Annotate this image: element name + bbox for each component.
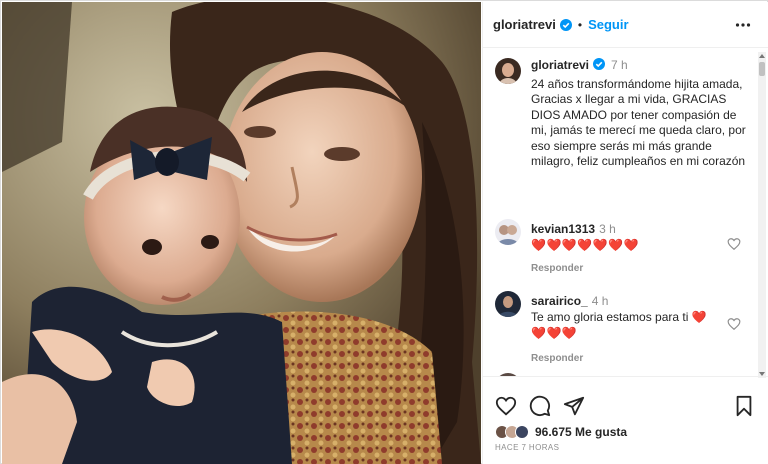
comment-time: 4 h bbox=[591, 294, 609, 308]
separator-dot: • bbox=[577, 17, 583, 32]
comment-text: Te amo gloria estamos para ti ❤️ bbox=[531, 309, 727, 325]
comment-text: ❤️❤️❤️❤️❤️❤️❤️ bbox=[531, 238, 640, 252]
post-actions-bar: 96.675 Me gusta HACE 7 HORAS bbox=[483, 376, 768, 464]
verified-badge-icon bbox=[559, 18, 572, 31]
comment-time: 3 h bbox=[599, 222, 616, 236]
author-avatar[interactable] bbox=[495, 58, 521, 84]
scrollbar[interactable] bbox=[758, 52, 766, 378]
caption-text: 24 años transformándome hijita amada, Gr… bbox=[531, 76, 746, 169]
author-username[interactable]: gloriatrevi bbox=[493, 17, 556, 32]
comment-username[interactable]: kevian1313 bbox=[531, 222, 595, 236]
post-header: gloriatrevi • Seguir bbox=[483, 2, 768, 48]
liker-avatar bbox=[515, 425, 529, 439]
comment-text-content: Te amo gloria estamos para ti bbox=[531, 310, 689, 324]
post-side-panel: gloriatrevi • Seguir gloriatrevi 7 h 24 … bbox=[482, 2, 768, 464]
like-comment-heart-icon[interactable] bbox=[727, 237, 741, 251]
commenter-avatar[interactable] bbox=[495, 291, 521, 317]
comment-icon[interactable] bbox=[529, 395, 551, 417]
likes-count[interactable]: 96.675 Me gusta bbox=[535, 425, 627, 439]
scroll-up-arrow-icon[interactable] bbox=[758, 52, 766, 60]
comment-inline-heart: ❤️ bbox=[691, 310, 708, 324]
comments-scroll-area[interactable]: gloriatrevi 7 h 24 años transformándome h… bbox=[483, 49, 768, 376]
post-caption: gloriatrevi 7 h 24 años transformándome h… bbox=[531, 58, 755, 170]
likes-row[interactable]: 96.675 Me gusta bbox=[495, 423, 627, 441]
comment-username[interactable]: sarairico_ bbox=[531, 294, 588, 308]
paper-plane-icon[interactable] bbox=[563, 395, 585, 417]
likes-label: Me gusta bbox=[575, 425, 628, 439]
reply-button[interactable]: Responder bbox=[531, 353, 583, 364]
reply-button[interactable]: Responder bbox=[531, 263, 583, 274]
bookmark-icon[interactable] bbox=[733, 395, 755, 417]
likes-number: 96.675 bbox=[535, 425, 572, 439]
caption-time: 7 h bbox=[611, 58, 628, 72]
comment-body: kevian1313 3 h ❤️❤️❤️❤️❤️❤️❤️ Responder bbox=[531, 221, 727, 277]
follow-button[interactable]: Seguir bbox=[588, 17, 628, 32]
caption-username[interactable]: gloriatrevi bbox=[531, 58, 589, 72]
heart-icon[interactable] bbox=[495, 395, 517, 417]
comment-body: sarairico_ 4 h Te amo gloria estamos para… bbox=[531, 293, 727, 367]
like-comment-heart-icon[interactable] bbox=[727, 317, 741, 331]
scrollbar-thumb[interactable] bbox=[759, 62, 765, 76]
more-options-icon[interactable] bbox=[735, 17, 751, 33]
post-photo[interactable] bbox=[2, 2, 481, 464]
post-timestamp: HACE 7 HORAS bbox=[495, 443, 560, 452]
verified-badge-icon bbox=[593, 58, 606, 70]
commenter-avatar[interactable] bbox=[495, 219, 521, 245]
comment-hearts: ❤️❤️❤️ bbox=[531, 326, 578, 340]
instagram-post-window: gloriatrevi • Seguir gloriatrevi 7 h 24 … bbox=[0, 0, 768, 464]
